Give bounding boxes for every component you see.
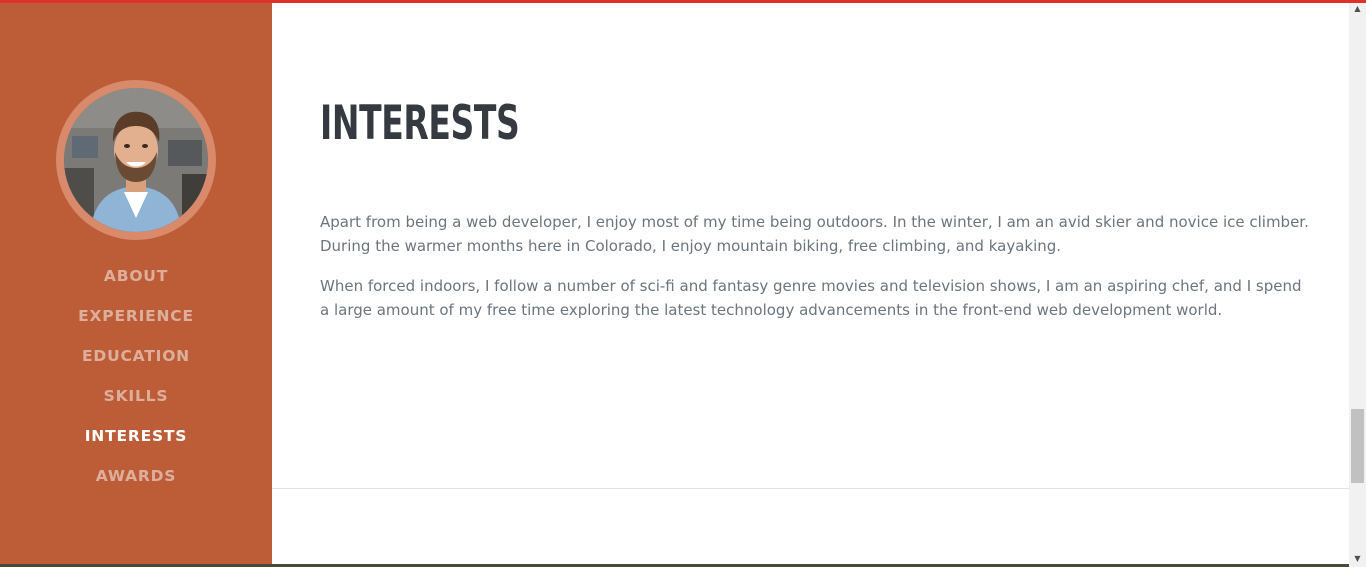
avatar-photo-icon [64,88,208,232]
sidebar-nav: ABOUT EXPERIENCE EDUCATION SKILLS INTERE… [0,258,272,498]
nav-item-skills[interactable]: SKILLS [0,378,272,418]
avatar [64,88,208,232]
avatar-ring [56,80,216,240]
main-content: INTERESTS Apart from being a web develop… [272,0,1349,567]
nav-item-interests[interactable]: INTERESTS [0,418,272,458]
page-scrollbar[interactable]: ▲ ▼ [1349,0,1366,567]
scrollbar-thumb[interactable] [1351,409,1364,483]
interests-paragraph-1: Apart from being a web developer, I enjo… [320,213,1309,255]
sidebar: ABOUT EXPERIENCE EDUCATION SKILLS INTERE… [0,0,272,567]
section-divider [272,488,1349,489]
section-title: INTERESTS [320,96,520,151]
interests-paragraph-2: When forced indoors, I follow a number o… [320,277,1302,319]
nav-item-education[interactable]: EDUCATION [0,338,272,378]
scroll-down-arrow-icon[interactable]: ▼ [1349,550,1366,567]
nav-item-experience[interactable]: EXPERIENCE [0,298,272,338]
nav-item-awards[interactable]: AWARDS [0,458,272,498]
top-accent-bar [0,0,1366,3]
nav-item-about[interactable]: ABOUT [0,258,272,298]
